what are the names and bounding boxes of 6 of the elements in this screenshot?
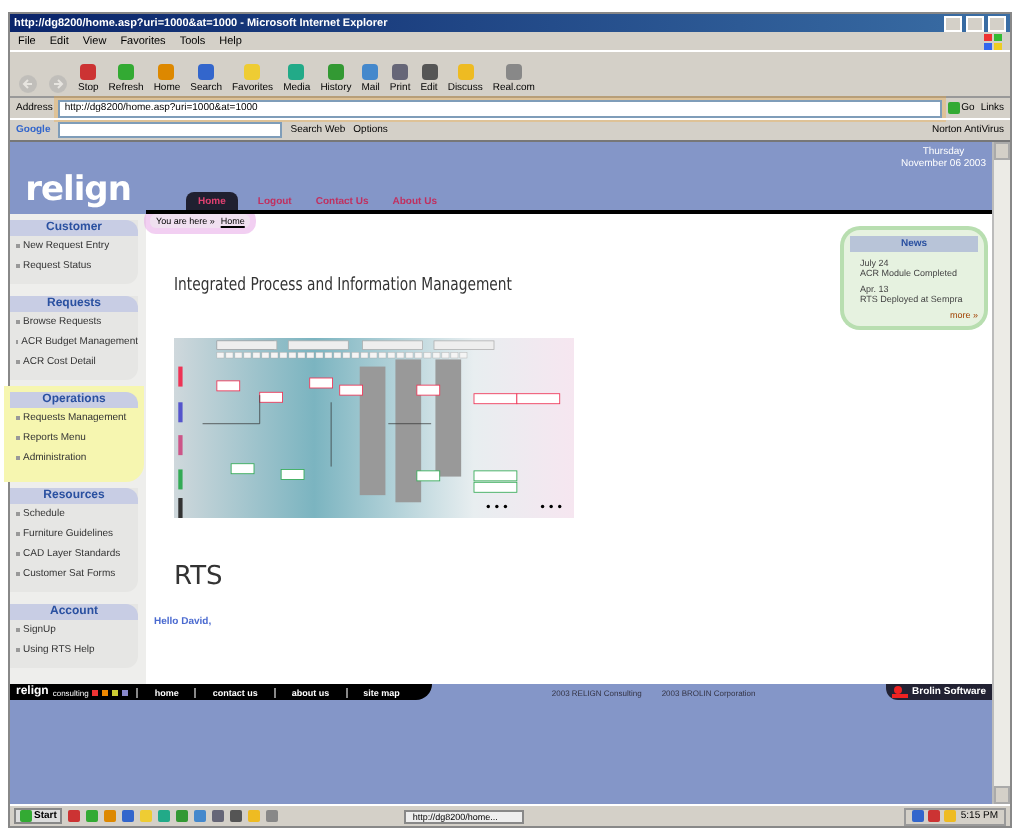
windows-flag-icon bbox=[984, 33, 1002, 49]
site-logo: relign bbox=[23, 168, 133, 214]
scrollbar[interactable] bbox=[992, 142, 1010, 804]
page-heading: Integrated Process and Information Management bbox=[174, 276, 514, 296]
search-field[interactable] bbox=[58, 122, 283, 138]
section-heading: RTS bbox=[174, 562, 225, 592]
